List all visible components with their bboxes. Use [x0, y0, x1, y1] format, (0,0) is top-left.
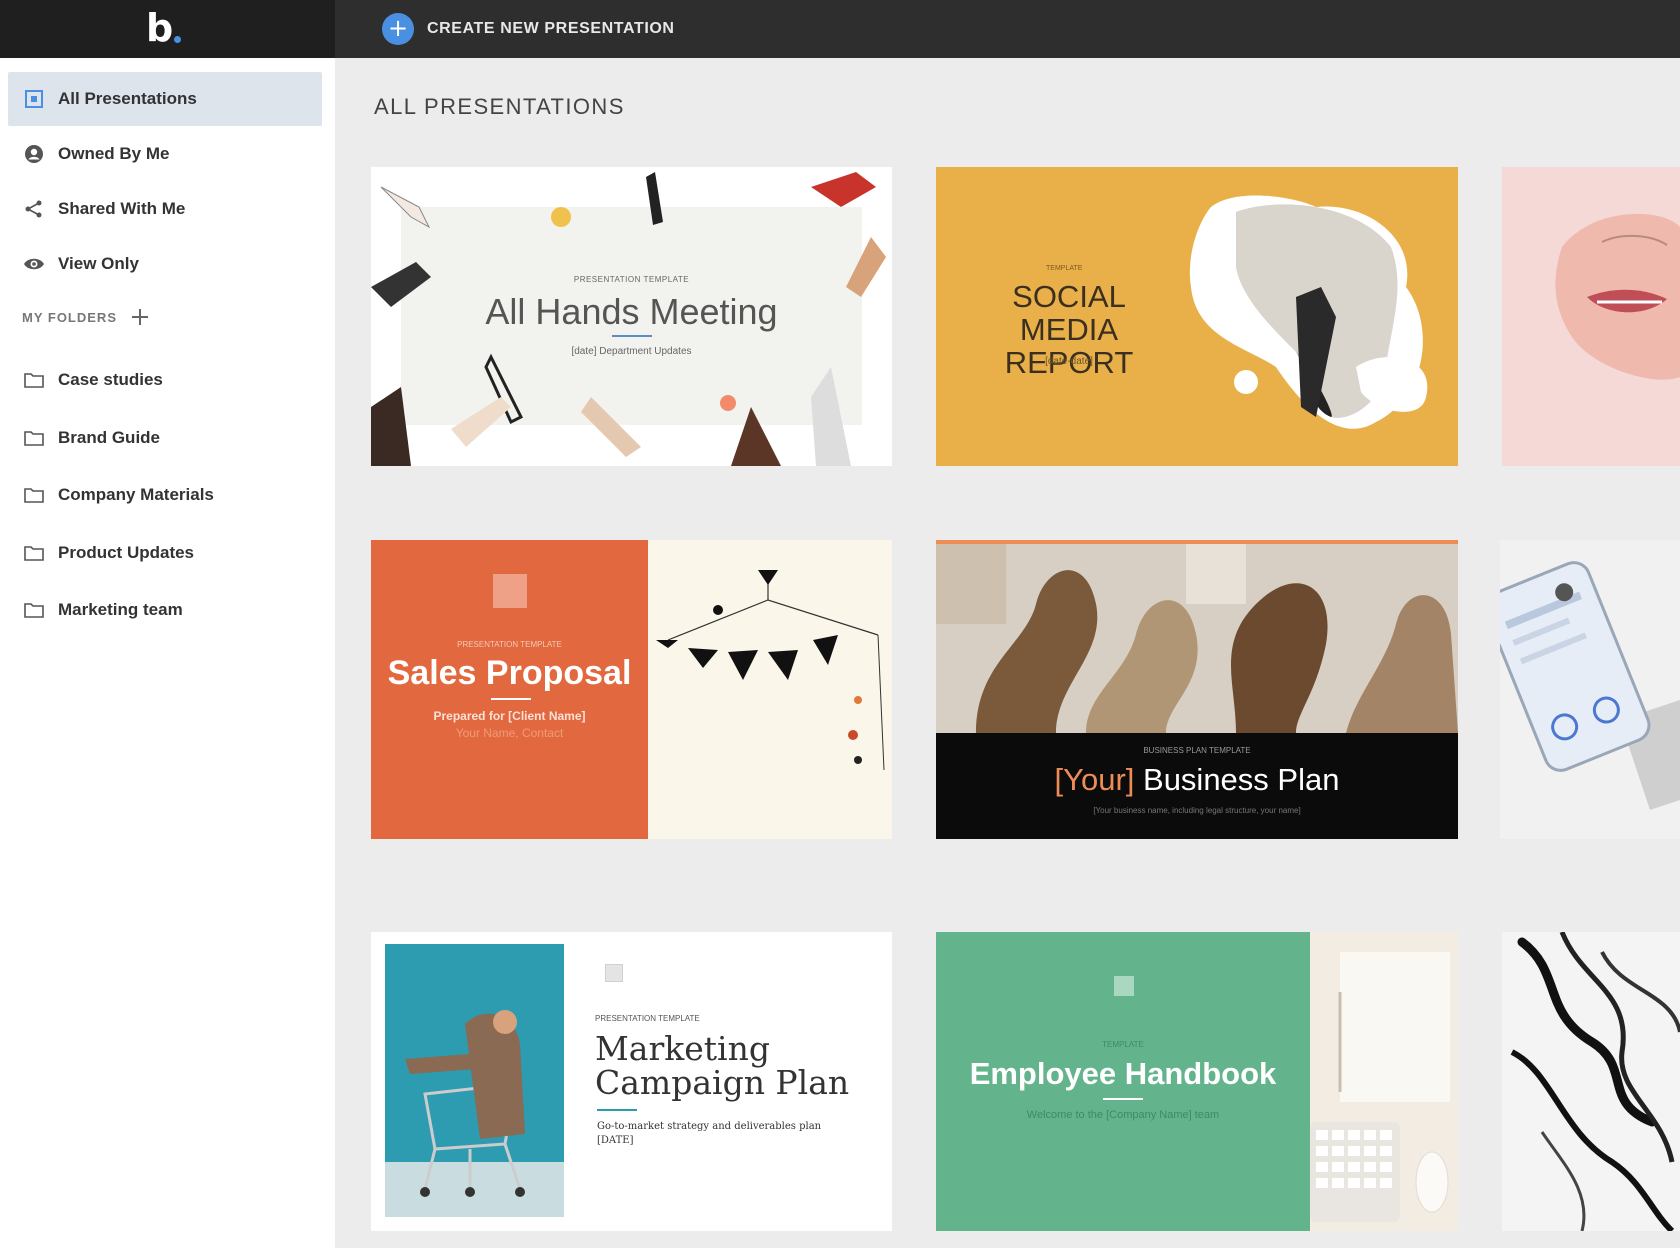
- add-folder-icon[interactable]: [131, 308, 149, 326]
- presentation-icon: [22, 87, 46, 111]
- card-kicker: PRESENTATION TEMPLATE: [595, 1014, 700, 1023]
- card-subtitle: Welcome to the [Company Name] team: [1026, 1109, 1220, 1121]
- create-button-label: CREATE NEW PRESENTATION: [427, 20, 675, 37]
- presentation-card-all-hands[interactable]: PRESENTATION TEMPLATE All Hands Meeting …: [371, 167, 892, 466]
- card-kicker: BUSINESS PLAN TEMPLATE: [1143, 746, 1251, 755]
- folder-label: Case studies: [58, 370, 163, 389]
- title-underline: [1103, 1098, 1143, 1100]
- sidebar-item-label: Shared With Me: [58, 199, 186, 218]
- logo-placeholder: [605, 964, 623, 982]
- top-bar: b + CREATE NEW PRESENTATION: [0, 0, 1680, 58]
- card-kicker: TEMPLATE: [1046, 265, 1083, 272]
- folder-icon: [22, 483, 46, 507]
- folder-label: Marketing team: [58, 600, 183, 619]
- card-subtitle-secondary: Your Name, Contact: [455, 726, 564, 740]
- presentation-card-marketing-campaign[interactable]: PRESENTATION TEMPLATE Marketing Campaign…: [371, 932, 892, 1231]
- card-title: Employee Handbook: [969, 1056, 1277, 1091]
- sidebar-folder-brand-guide[interactable]: Brand Guide: [8, 411, 322, 465]
- card-title: Business Plan: [1143, 762, 1340, 797]
- sidebar-item-owned-by-me[interactable]: Owned By Me: [8, 127, 322, 181]
- card-subtitle: [date-date]: [1045, 356, 1093, 367]
- plus-icon: +: [382, 13, 414, 45]
- sidebar-item-label: Owned By Me: [58, 144, 170, 163]
- folder-icon: [22, 598, 46, 622]
- sidebar-item-shared-with-me[interactable]: Shared With Me: [8, 182, 322, 236]
- card-title-accent: [Your]: [1054, 762, 1135, 797]
- card-title: All Hands Meeting: [485, 291, 778, 332]
- card-kicker: PRESENTATION TEMPLATE: [457, 640, 562, 649]
- card-subtitle: [Your business name, including legal str…: [1093, 806, 1301, 815]
- presentation-card-social-media-report[interactable]: TEMPLATE SOCIAL MEDIA REPORT [date-date]: [936, 167, 1458, 466]
- sidebar-item-all-presentations[interactable]: All Presentations: [8, 72, 322, 126]
- logo-area[interactable]: b: [0, 0, 335, 58]
- sidebar-folder-product-updates[interactable]: Product Updates: [8, 526, 322, 580]
- presentation-card-employee-handbook[interactable]: TEMPLATE Employee Handbook Welcome to th…: [936, 932, 1458, 1231]
- card-title: Sales Proposal: [387, 654, 632, 692]
- face-photo-art: [1555, 213, 1680, 380]
- app-logo[interactable]: b: [146, 6, 173, 50]
- logo-placeholder: [493, 574, 527, 608]
- card-kicker: PRESENTATION TEMPLATE: [573, 275, 690, 284]
- card-title-wrapper: [Your] Business Plan: [936, 762, 1458, 798]
- folder-icon: [22, 541, 46, 565]
- logo-placeholder: [1114, 976, 1134, 996]
- mobile-sculpture-art: [656, 570, 885, 771]
- title-underline: [491, 698, 531, 700]
- folder-label: Product Updates: [58, 543, 195, 562]
- sidebar-item-label: View Only: [58, 254, 139, 273]
- card-subtitle: Go-to-market strategy and deliverables p…: [597, 1121, 822, 1132]
- ink-brush-art: [1510, 932, 1680, 1231]
- shopping-cart-photo-art: [405, 1010, 525, 1197]
- desk-keyboard-art: [1310, 932, 1458, 1231]
- folder-label: Company Materials: [58, 485, 214, 504]
- card-subtitle-secondary: [DATE]: [597, 1135, 634, 1146]
- presentation-card-peek-2[interactable]: [1500, 540, 1680, 839]
- folder-icon: [22, 368, 46, 392]
- eye-icon: [22, 252, 46, 276]
- sidebar-folder-marketing-team[interactable]: Marketing team: [8, 583, 322, 637]
- card-title: Marketing Campaign Plan: [595, 1029, 850, 1102]
- presentation-card-sales-proposal[interactable]: PRESENTATION TEMPLATE Sales Proposal Pre…: [371, 540, 892, 839]
- phone-laptop-art: [1500, 540, 1680, 839]
- page-title: ALL PRESENTATIONS: [374, 94, 625, 119]
- sidebar-folder-company-materials[interactable]: Company Materials: [8, 468, 322, 522]
- card-subtitle-wrapper: Go-to-market strategy and deliverables p…: [597, 1120, 857, 1148]
- title-underline: [597, 1109, 637, 1111]
- my-folders-header: MY FOLDERS: [22, 308, 149, 326]
- title-underline: [612, 335, 652, 337]
- sidebar-item-view-only[interactable]: View Only: [8, 237, 322, 291]
- sidebar-item-label: All Presentations: [58, 89, 197, 108]
- logo-dot: [174, 36, 181, 43]
- user-icon: [22, 142, 46, 166]
- my-folders-label: MY FOLDERS: [22, 309, 117, 325]
- card-kicker: TEMPLATE: [1102, 1040, 1144, 1049]
- folder-icon: [22, 426, 46, 450]
- presentation-card-business-plan[interactable]: BUSINESS PLAN TEMPLATE [Your] Business P…: [936, 540, 1458, 839]
- create-new-presentation-button[interactable]: + CREATE NEW PRESENTATION: [382, 12, 675, 46]
- card-subtitle: [date] Department Updates: [571, 346, 692, 357]
- folder-label: Brand Guide: [58, 428, 161, 447]
- share-icon: [22, 197, 46, 221]
- presentation-card-peek-1[interactable]: [1502, 167, 1680, 466]
- abstract-shapes-art: [936, 544, 1458, 733]
- card-art-background: [936, 544, 1458, 733]
- card-subtitle: Prepared for [Client Name]: [433, 709, 586, 723]
- sidebar-folder-case-studies[interactable]: Case studies: [8, 353, 322, 407]
- sidebar: All Presentations Owned By Me Shared Wit…: [0, 58, 335, 1248]
- presentation-card-peek-3[interactable]: [1502, 932, 1680, 1231]
